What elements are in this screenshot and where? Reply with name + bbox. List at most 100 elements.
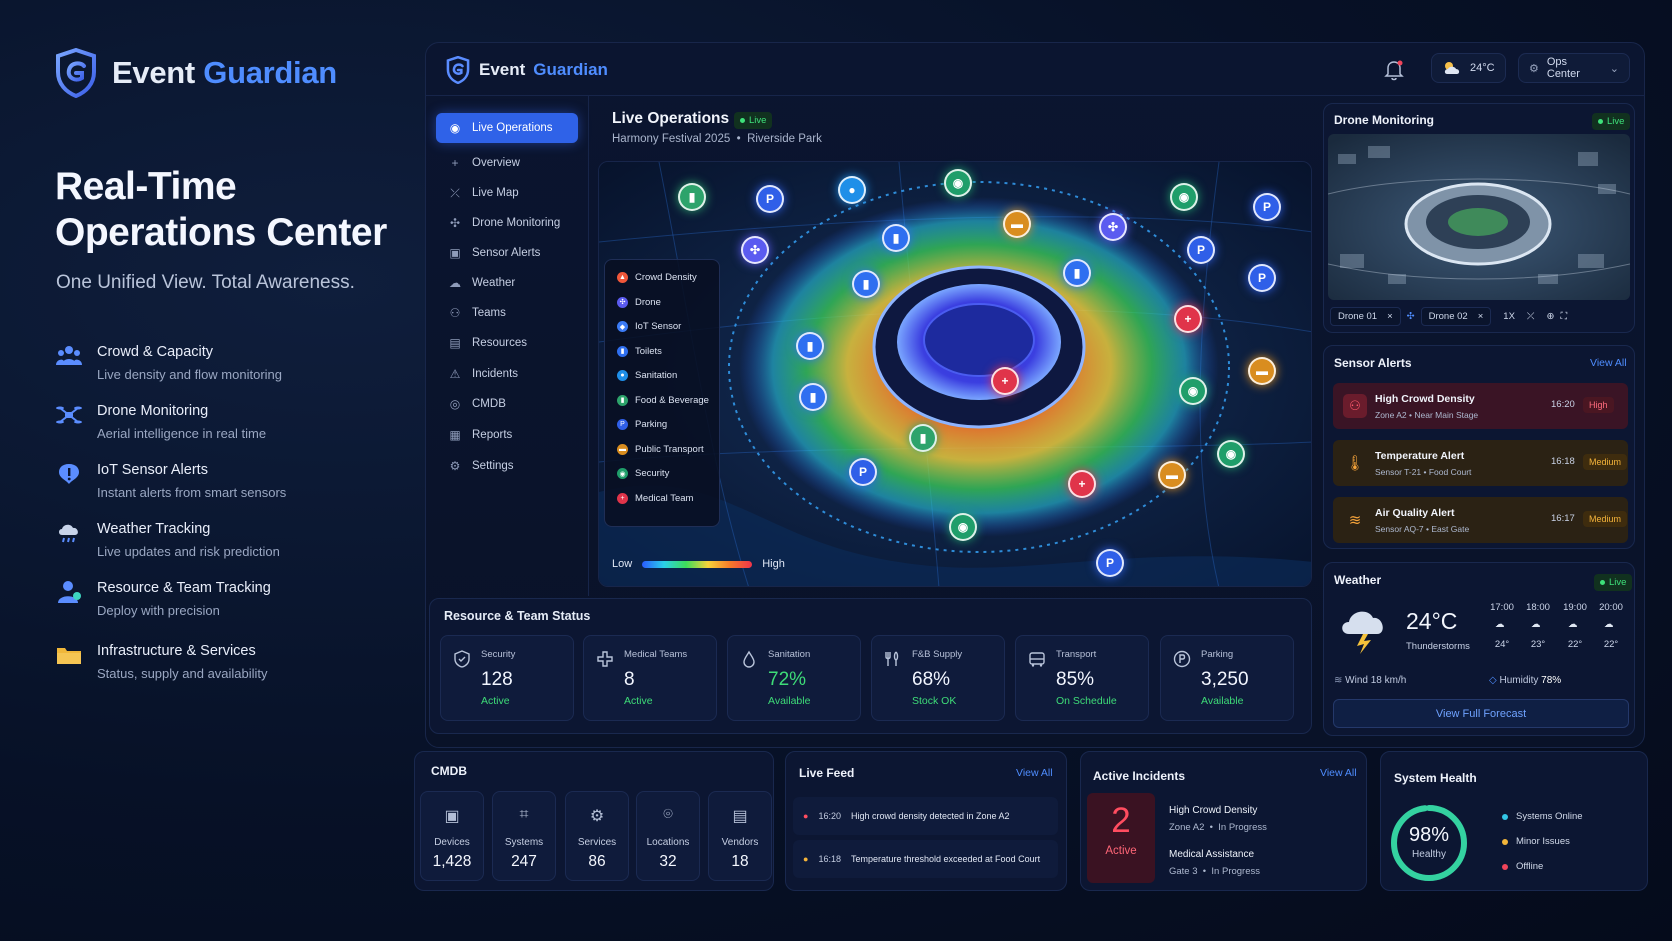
legend-item[interactable]: ▮ Toilets xyxy=(617,345,662,357)
app-logo[interactable]: Event Guardian xyxy=(445,56,608,84)
feature-title: Crowd & Capacity xyxy=(97,344,214,360)
cmdb-card-services[interactable]: ⚙ Services 86 xyxy=(565,791,629,881)
alert-location: Food Court xyxy=(1428,467,1472,477)
sidebar-item-sensor-alerts[interactable]: ▣ Sensor Alerts xyxy=(436,238,578,268)
legend-item[interactable]: ▬ Public Transport xyxy=(617,443,704,455)
drone-camera-feed[interactable] xyxy=(1328,134,1630,300)
map-pin-marker[interactable]: ◉ xyxy=(1179,377,1207,405)
sidebar-item-overview[interactable]: + Overview xyxy=(436,148,578,178)
feature-desc: Aerial intelligence in real time xyxy=(97,426,267,441)
legend-item[interactable]: ▮ Food & Beverage xyxy=(617,394,709,406)
map-pin-marker[interactable]: ● xyxy=(838,176,866,204)
map-pin-marker[interactable]: + xyxy=(1174,305,1202,333)
map-pin-marker[interactable]: P xyxy=(756,185,784,213)
resource-card-medical[interactable]: Medical Teams 8 Active xyxy=(583,635,717,721)
cmdb-card-devices[interactable]: ▣ Devices 1,428 xyxy=(420,791,484,881)
legend-item[interactable]: ✣ Drone xyxy=(617,296,661,308)
target-icon[interactable]: ⊕ xyxy=(1547,311,1555,322)
alert-row[interactable]: ⚇ High Crowd Density Zone A2 • Near Main… xyxy=(1333,383,1628,429)
alert-subtitle: Zone A2 • Near Main Stage xyxy=(1375,410,1479,420)
sidebar-item-live-operations[interactable]: ◉ Live Operations xyxy=(436,113,578,143)
resource-card-fb[interactable]: F&B Supply 68% Stock OK xyxy=(871,635,1005,721)
sidebar-item-cmdb[interactable]: ◎ CMDB xyxy=(436,389,578,419)
map-pin-marker[interactable]: ◉ xyxy=(944,169,972,197)
sidebar-item-resources[interactable]: ▤ Resources xyxy=(436,328,578,358)
alert-location: Near Main Stage xyxy=(1414,410,1479,420)
map-pin-marker[interactable]: ▬ xyxy=(1248,357,1276,385)
map-pin-marker[interactable]: ▬ xyxy=(1158,461,1186,489)
cmdb-card-systems[interactable]: ⌗ Systems 247 xyxy=(492,791,556,881)
resource-card-parking[interactable]: Parking 3,250 Available xyxy=(1160,635,1294,721)
incident-count-badge[interactable]: 2 Active xyxy=(1087,793,1155,883)
resource-card-transport[interactable]: Transport 85% On Schedule xyxy=(1015,635,1149,721)
legend-item[interactable]: P Parking xyxy=(617,419,667,430)
sidebar-item-live-map[interactable]: ⤫ Live Map xyxy=(436,178,578,208)
view-full-forecast-button[interactable]: View Full Forecast xyxy=(1333,699,1629,728)
forecast-time: 20:00 xyxy=(1599,602,1623,613)
sidebar-item-drone-monitoring[interactable]: ✣ Drone Monitoring xyxy=(436,208,578,238)
fullscreen-icon[interactable]: ⛶ xyxy=(1560,311,1567,322)
feed-item[interactable]: ● 16:18 Temperature threshold exceeded at … xyxy=(793,840,1058,878)
map-pin-marker[interactable]: ✣ xyxy=(741,236,769,264)
rain-cloud-icon: ☁ xyxy=(1604,619,1614,630)
sidebar-item-settings[interactable]: ⚙ Settings xyxy=(436,451,578,481)
notification-bell-icon[interactable] xyxy=(1383,59,1405,81)
feed-item[interactable]: ● 16:20 High crowd density detected in Zon… xyxy=(793,797,1058,835)
resource-status: On Schedule xyxy=(1056,695,1117,707)
map-pin-marker[interactable]: ▮ xyxy=(882,224,910,252)
map-pin-marker[interactable]: ▮ xyxy=(1063,259,1091,287)
close-icon[interactable]: × xyxy=(1478,311,1484,322)
map-pin-marker[interactable]: P xyxy=(1187,236,1215,264)
legend-item[interactable]: ◆ IoT Sensor xyxy=(617,321,681,332)
map-pin-marker[interactable]: P xyxy=(1253,193,1281,221)
map-pin-marker[interactable]: ▮ xyxy=(909,424,937,452)
sidebar-item-label: Settings xyxy=(472,460,514,472)
map-pin-marker[interactable]: P xyxy=(849,458,877,486)
map-pin-marker[interactable]: ◉ xyxy=(949,513,977,541)
map-pin-marker[interactable]: ▮ xyxy=(799,383,827,411)
cmdb-label: Services xyxy=(577,837,617,848)
incidents-view-all[interactable]: View All xyxy=(1320,767,1357,779)
cmdb-card-locations[interactable]: ⌾ Locations 32 xyxy=(636,791,700,881)
map-pin-marker[interactable]: P xyxy=(1248,264,1276,292)
legend-item[interactable]: ● Sanitation xyxy=(617,370,677,381)
cmdb-card-vendors[interactable]: ▤ Vendors 18 xyxy=(708,791,772,881)
map-legend: ▲ Crowd Density ✣ Drone ◆ IoT Sensor ▮ Toilets ●… xyxy=(604,259,720,527)
collapse-icon[interactable]: ⤫ xyxy=(1527,311,1535,322)
map-pin-marker[interactable]: ▮ xyxy=(852,270,880,298)
sidebar-item-teams[interactable]: ⚇ Teams xyxy=(436,298,578,328)
incident-item[interactable]: High Crowd Density Zone A2 • In Progress xyxy=(1169,805,1267,833)
legend-label: Security xyxy=(635,468,670,479)
map-pin-marker[interactable]: ▬ xyxy=(1003,210,1031,238)
forecast-hour: 19:00 ☁ 22° xyxy=(1560,602,1590,650)
close-icon[interactable]: × xyxy=(1387,311,1393,322)
legend-item[interactable]: ◉ Security xyxy=(617,468,669,479)
resource-card-sanitation[interactable]: Sanitation 72% Available xyxy=(727,635,861,721)
sidebar-item-reports[interactable]: ▦ Reports xyxy=(436,420,578,450)
map-pin-marker[interactable]: ✣ xyxy=(1099,213,1127,241)
legend-item[interactable]: ▲ Crowd Density xyxy=(617,272,697,283)
workspace-select[interactable]: ⚙ Ops Center ⌄ xyxy=(1518,53,1630,83)
alert-row[interactable]: ≋ Air Quality Alert Sensor AQ-7 • East G… xyxy=(1333,497,1628,543)
drone-tab-01[interactable]: Drone 01 × xyxy=(1330,306,1401,326)
map-pin-marker[interactable]: + xyxy=(991,367,1019,395)
map-pin-marker[interactable]: + xyxy=(1068,470,1096,498)
sidebar-item-incidents[interactable]: ⚠ Incidents xyxy=(436,359,578,389)
zoom-level[interactable]: 1X xyxy=(1503,311,1515,322)
alert-row[interactable]: 🌡 Temperature Alert Sensor T-21 • Food C… xyxy=(1333,440,1628,486)
live-feed-view-all[interactable]: View All xyxy=(1016,767,1053,779)
map-pin-marker[interactable]: ◉ xyxy=(1170,183,1198,211)
map-pin-marker[interactable]: ▮ xyxy=(796,332,824,360)
weather-pill[interactable]: 24°C xyxy=(1431,53,1506,83)
drone-tab-02[interactable]: Drone 02 × xyxy=(1420,306,1492,326)
legend-item[interactable]: + Medical Team xyxy=(617,492,693,504)
incident-item[interactable]: Medical Assistance Gate 3 • In Progress xyxy=(1169,849,1260,877)
map-pin-marker[interactable]: ▮ xyxy=(678,183,706,211)
legend-label: Toilets xyxy=(635,345,662,357)
map-pin-marker[interactable]: ◉ xyxy=(1217,440,1245,468)
incident-title: Medical Assistance xyxy=(1169,849,1255,860)
resource-card-security[interactable]: Security 128 Active xyxy=(440,635,574,721)
map-pin-marker[interactable]: P xyxy=(1096,549,1124,577)
sidebar-item-weather[interactable]: ☁ Weather xyxy=(436,268,578,298)
sensor-alerts-view-all[interactable]: View All xyxy=(1590,357,1627,369)
